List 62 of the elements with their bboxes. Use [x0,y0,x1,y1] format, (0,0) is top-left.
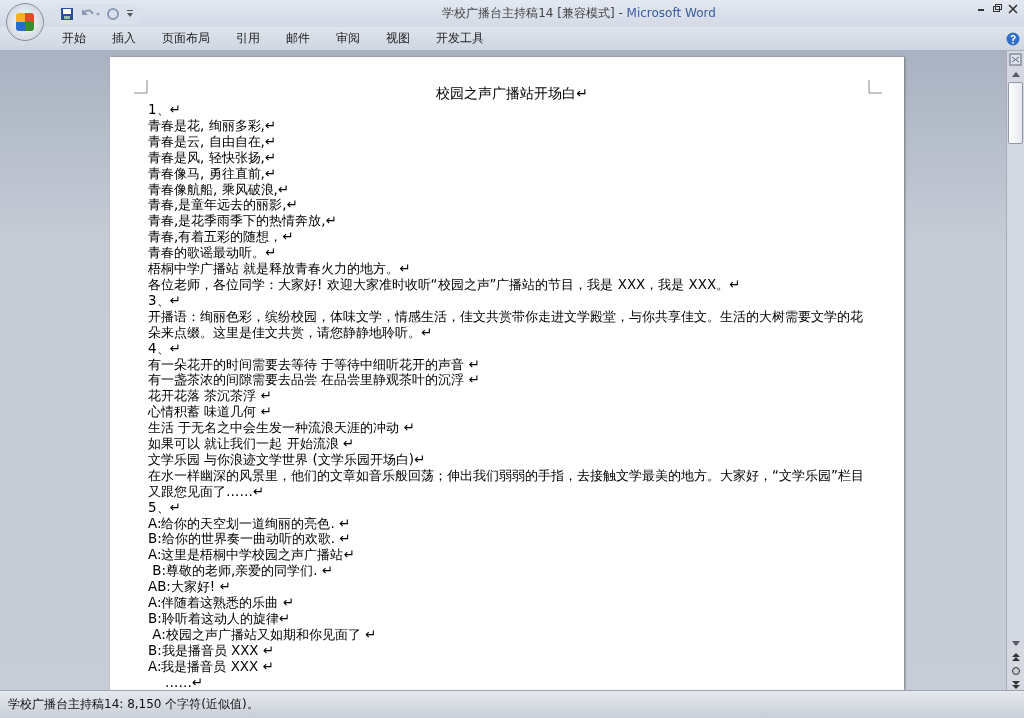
scroll-thumb[interactable] [1008,82,1023,144]
paragraph: 梧桐中学广播站 就是释放青春火力的地方。↵ [148,261,412,277]
status-text: 学校广播台主持稿14: 8,150 个字符(近似值)。 [8,696,259,713]
paragraph: 开播语：绚丽色彩，缤纷校园，体味文学，情感生活，佳文共赏带你走进文学殿堂，与你共享佳文。生活的大树需要文学的花朵来点缀。这里是佳文共赏，请您静静地聆听。↵ [148,308,864,341]
paragraph: A:这里是梧桐中学校园之声广播站↵ [148,547,356,564]
paragraph: 5、↵ [148,499,182,516]
crop-mark-icon [868,80,882,94]
paragraph: AB:大家好! ↵ [148,579,232,596]
scroll-down-icon[interactable] [1010,640,1021,648]
paragraph: 青春,是花季雨季下的热情奔放,↵ [148,213,338,230]
paragraph: A:给你的天空划一道绚丽的亮色. ↵ [148,515,352,532]
paragraph: A:我是播音员 XXX ↵ [148,658,275,675]
office-button[interactable] [6,3,44,41]
paragraph: A:伴随着这熟悉的乐曲 ↵ [148,595,295,611]
paragraph: B:聆听着这动人的旋律↵ [148,611,291,627]
paragraph: 青春是风, 轻快张扬,↵ [148,149,277,166]
paragraph: B:尊敬的老师,亲爱的同学们. ↵ [151,563,334,580]
previous-page-icon[interactable] [1010,652,1021,662]
ribbon-tab[interactable]: 引用 [224,28,272,49]
paragraph: 4、↵ [148,340,182,357]
paragraph: 青春是花, 绚丽多彩,↵ [148,117,277,134]
paragraph: 青春,是童年远去的丽影,↵ [148,197,299,214]
crop-mark-icon [134,80,148,94]
ribbon-tab[interactable]: 开始 [50,28,98,49]
vertical-scrollbar[interactable] [1006,51,1024,690]
document-title: 学校广播台主持稿14 [兼容模式] - [442,6,623,20]
browse-object-icon[interactable] [1010,666,1021,676]
ribbon-tab[interactable]: 审阅 [324,28,372,49]
ribbon-tab[interactable]: 邮件 [274,28,322,49]
customize-toolbar-icon[interactable] [126,8,134,19]
ribbon-tab[interactable]: 插入 [100,28,148,49]
paragraph: 生活 于无名之中会生发一种流浪天涯的冲动 ↵ [148,420,416,437]
paragraph: B:我是播音员 XXX ↵ [148,642,275,659]
ribbon-tab[interactable]: 开发工具 [424,28,496,49]
paragraph: 在水一样幽深的风景里，他们的文章如音乐般回荡；伸出我们弱弱的手指，去接触文学最美的地方。大家好，“文学乐园”栏目又跟您见面了……↵ [148,467,865,500]
app-name: Microsoft Word [626,6,716,20]
paragraph: 花开花落 茶沉茶浮 ↵ [148,388,273,405]
paragraph: A:校园之声广播站又如期和你见面了 ↵ [151,626,378,643]
paragraph: 文学乐园 与你浪迹文学世界 (文学乐园开场白)↵ [148,451,427,468]
scroll-up-icon[interactable] [1010,70,1021,78]
ribbon-tab[interactable]: 页面布局 [150,28,222,49]
paragraph: 青春,有着五彩的随想，↵ [148,229,295,246]
document-heading: 校园之声广播站开场白↵ [435,84,589,102]
paragraph: 青春的歌谣最动听。↵ [148,245,278,262]
restore-icon[interactable] [992,4,1002,12]
paragraph: 青春像航船, 乘风破浪,↵ [148,181,290,198]
paragraph: 各位老师，各位同学：大家好! 欢迎大家准时收听“校园之声”广播站的节目，我是 XXX，我是 XXX。↵ [148,276,742,293]
paragraph: ……↵ [164,674,205,690]
help-icon[interactable] [1006,31,1020,46]
ruler-toggle-icon[interactable] [1009,53,1022,66]
paragraph: 青春是云, 自由自在,↵ [148,133,277,150]
save-icon[interactable] [60,6,74,21]
paragraph: 心情积蓄 味道几何 ↵ [148,404,273,421]
close-icon[interactable] [1008,4,1018,14]
paragraph: 如果可以 就让我们一起 开始流浪 ↵ [148,436,355,452]
paragraph: 青春像马, 勇往直前,↵ [148,165,277,182]
paragraph: B:给你的世界奏一曲动听的欢歌. ↵ [148,531,352,548]
ribbon-tab[interactable]: 视图 [374,28,422,49]
paragraph: 3、↵ [148,292,182,309]
paragraph: 有一朵花开的时间需要去等待 于等待中细听花开的声音 ↵ [148,356,481,373]
paragraph: 1、↵ [148,102,182,118]
paragraph: 有一盏茶浓的间隙需要去品尝 在品尝里静观茶叶的沉浮 ↵ [148,372,481,389]
